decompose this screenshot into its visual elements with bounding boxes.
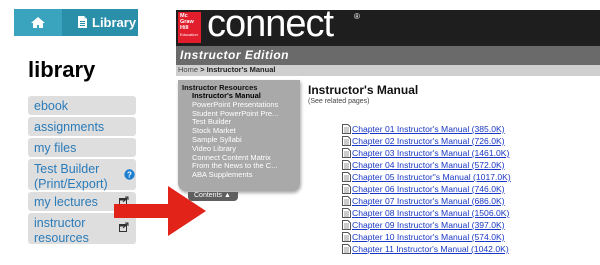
tab-home[interactable] bbox=[14, 9, 62, 36]
sidebar-item-my-files[interactable]: my files bbox=[28, 138, 136, 157]
edition-label: Instructor Edition bbox=[180, 48, 289, 62]
document-icon bbox=[342, 196, 351, 206]
chapter-link[interactable]: Chapter 09 Instructor's Manual (397.0K) bbox=[352, 220, 505, 230]
document-icon bbox=[342, 172, 351, 182]
document-icon bbox=[342, 184, 351, 194]
tab-library[interactable]: Library bbox=[62, 9, 138, 36]
chapter-link[interactable]: Chapter 11 Instructor's Manual (1042.0K) bbox=[352, 244, 509, 254]
sidebar-item-assignments[interactable]: assignments bbox=[28, 117, 136, 136]
chapter-link[interactable]: Chapter 08 Instructor's Manual (1506.0K) bbox=[352, 208, 509, 218]
tab-bar: Library bbox=[14, 9, 138, 36]
document-icon bbox=[342, 148, 351, 158]
chapter-row: Chapter 01 Instructor's Manual (385.0K) bbox=[342, 123, 511, 135]
sidebar-item-label: Test Builder (Print/Export) bbox=[34, 162, 108, 191]
chapter-row: Chapter 05 Instructor"s Manual (1017.0K) bbox=[342, 171, 511, 183]
sidebar-item-label: instructor resources bbox=[34, 216, 89, 245]
chapter-row: Chapter 08 Instructor's Manual (1506.0K) bbox=[342, 207, 511, 219]
chapter-link[interactable]: Chapter 07 Instructor's Manual (686.0K) bbox=[352, 196, 505, 206]
home-icon bbox=[31, 17, 45, 28]
sidebar-item-label: my lectures bbox=[34, 195, 98, 209]
page-title: library bbox=[28, 57, 96, 82]
sidebar-item-ebook[interactable]: ebook bbox=[28, 96, 136, 115]
connect-wordmark: connect bbox=[207, 3, 334, 45]
edition-bar: Instructor Edition bbox=[176, 46, 600, 65]
breadcrumb-home[interactable]: Home bbox=[178, 65, 198, 74]
chapter-link[interactable]: Chapter 04 Instructor's Manual (572.0K) bbox=[352, 160, 505, 170]
document-icon bbox=[342, 244, 351, 254]
sidebar-item-label: assignments bbox=[34, 120, 105, 134]
registered-mark: ® bbox=[354, 12, 360, 21]
chapter-row: Chapter 06 Instructor's Manual (746.0K) bbox=[342, 183, 511, 195]
chapter-link[interactable]: Chapter 06 Instructor's Manual (746.0K) bbox=[352, 184, 505, 194]
related-pages-link[interactable]: (See related pages) bbox=[308, 98, 369, 105]
sidebar-item-label: my files bbox=[34, 141, 77, 155]
breadcrumb: Home > Instructor's Manual bbox=[176, 65, 600, 76]
document-icon bbox=[78, 16, 87, 28]
chapter-row: Chapter 02 Instructor's Manual (726.0K) bbox=[342, 135, 511, 147]
document-icon bbox=[342, 160, 351, 170]
chapter-row: Chapter 07 Instructor's Manual (686.0K) bbox=[342, 195, 511, 207]
document-icon bbox=[342, 232, 351, 242]
tab-library-label: Library bbox=[92, 15, 137, 30]
chapter-row: Chapter 03 Instructor's Manual (1461.0K) bbox=[342, 147, 511, 159]
chapter-link[interactable]: Chapter 02 Instructor's Manual (726.0K) bbox=[352, 136, 505, 146]
document-icon bbox=[342, 136, 351, 146]
chapter-row: Chapter 10 Instructor's Manual (574.0K) bbox=[342, 231, 511, 243]
breadcrumb-separator: > bbox=[200, 65, 205, 74]
breadcrumb-current: Instructor's Manual bbox=[206, 65, 276, 74]
resources-menu-list: Instructor's Manual PowerPoint Presentat… bbox=[192, 91, 278, 180]
chapter-link[interactable]: Chapter 01 Instructor's Manual (385.0K) bbox=[352, 124, 505, 134]
chapter-row: Chapter 11 Instructor's Manual (1042.0K) bbox=[342, 243, 511, 255]
red-arrow-icon bbox=[114, 186, 206, 236]
chapter-row: Chapter 04 Instructor's Manual (572.0K) bbox=[342, 159, 511, 171]
document-icon bbox=[342, 208, 351, 218]
content-title: Instructor's Manual bbox=[308, 83, 419, 97]
chapter-link[interactable]: Chapter 05 Instructor"s Manual (1017.0K) bbox=[352, 172, 511, 182]
document-icon bbox=[342, 124, 351, 134]
connect-banner: Mc Graw Hill Education connect ® bbox=[176, 3, 600, 46]
chapter-link[interactable]: Chapter 10 Instructor's Manual (574.0K) bbox=[352, 232, 505, 242]
document-icon bbox=[342, 220, 351, 230]
connect-window: Mc Graw Hill Education connect ® Instruc… bbox=[176, 3, 600, 265]
chapter-row: Chapter 09 Instructor's Manual (397.0K) bbox=[342, 219, 511, 231]
sidebar-item-label: ebook bbox=[34, 99, 69, 113]
chapter-link[interactable]: Chapter 03 Instructor's Manual (1461.0K) bbox=[352, 148, 509, 158]
resources-menu: Instructor Resources Instructor's Manual… bbox=[178, 80, 300, 191]
mcgraw-hill-logo: Mc Graw Hill Education bbox=[178, 12, 201, 43]
chapter-list: Chapter 01 Instructor's Manual (385.0K) C… bbox=[342, 123, 511, 255]
